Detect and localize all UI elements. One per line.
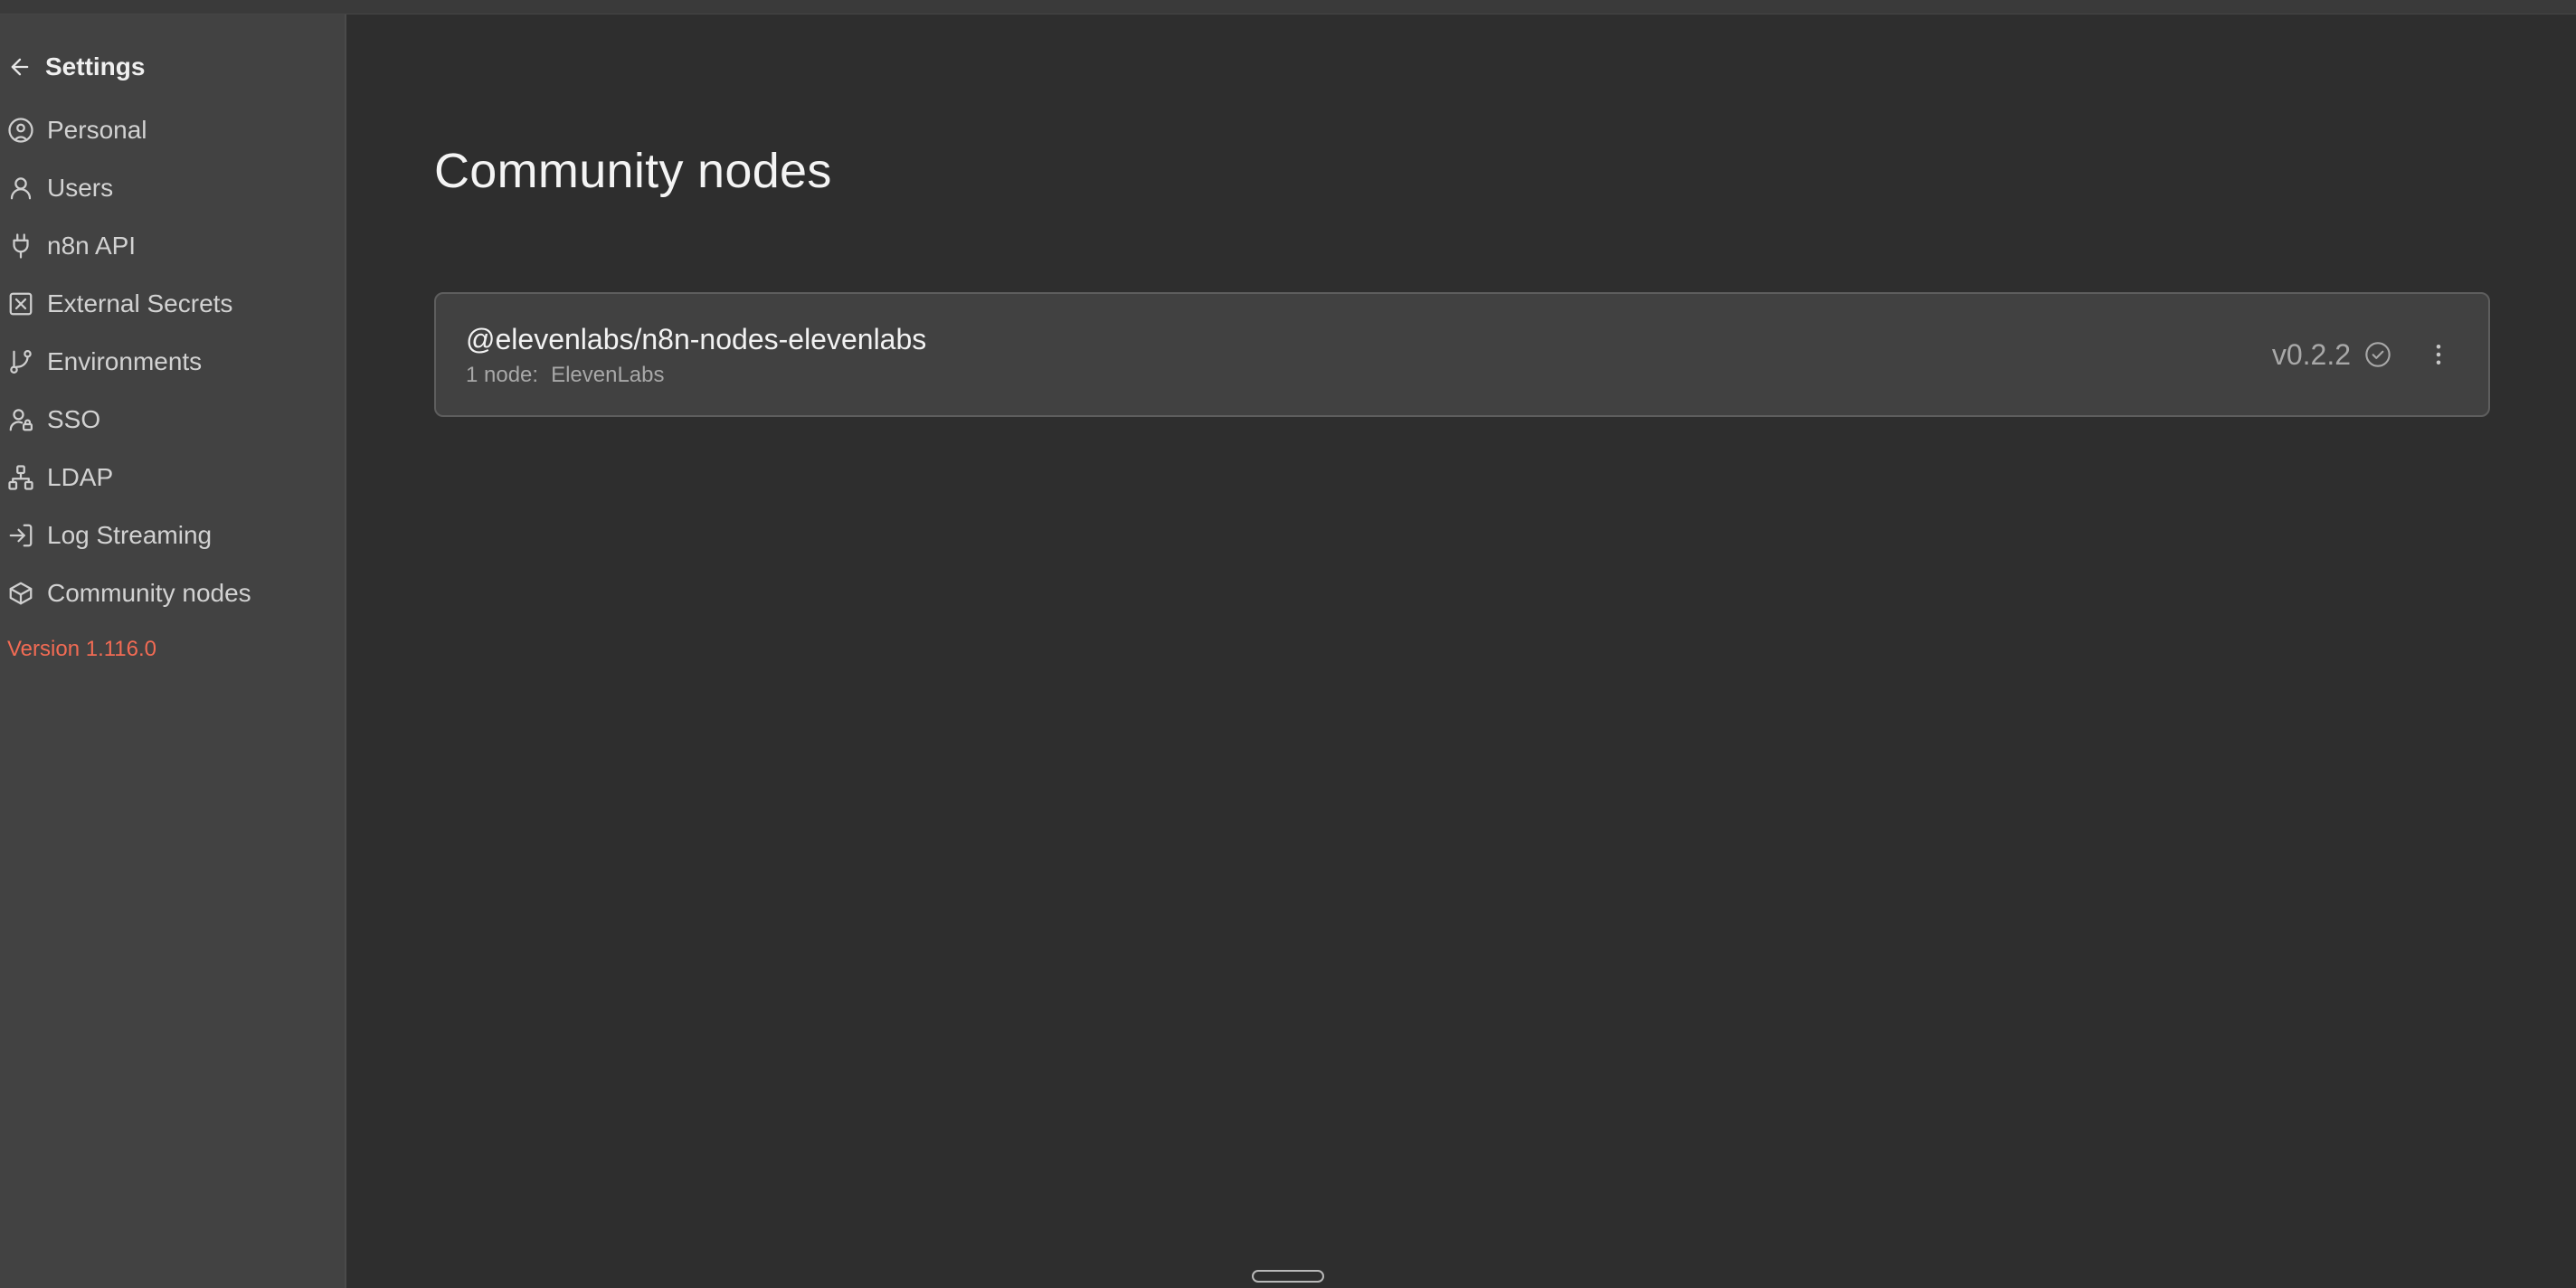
sidebar-item-community-nodes[interactable]: Community nodes bbox=[0, 564, 346, 622]
package-version: v0.2.2 bbox=[2271, 337, 2351, 371]
package-nodes: 1 node: ElevenLabs bbox=[466, 363, 665, 388]
sidebar-item-label: Environments bbox=[47, 347, 203, 375]
sidebar-item-ldap[interactable]: LDAP bbox=[0, 449, 346, 507]
sidebar-item-label: Log Streaming bbox=[47, 521, 213, 549]
sidebar-item-n8n-api[interactable]: n8n API bbox=[0, 217, 346, 275]
sidebar-item-environments[interactable]: Environments bbox=[0, 333, 346, 391]
back-to-settings-link[interactable]: Settings bbox=[7, 49, 145, 85]
box-icon bbox=[7, 580, 34, 607]
sidebar-item-sso[interactable]: SSO bbox=[0, 391, 346, 449]
git-branch-icon bbox=[7, 348, 34, 375]
plug-icon bbox=[7, 232, 34, 260]
sidebar-item-external-secrets[interactable]: External Secrets bbox=[0, 275, 346, 333]
check-circle-icon bbox=[2363, 340, 2392, 369]
page-title: Community nodes bbox=[434, 144, 832, 198]
sidebar-item-log-streaming[interactable]: Log Streaming bbox=[0, 507, 346, 564]
settings-nav: Personal Users n8n API External Secrets … bbox=[0, 101, 346, 622]
network-icon bbox=[7, 464, 34, 491]
sidebar-item-label: Community nodes bbox=[47, 579, 251, 607]
community-node-card[interactable]: @elevenlabs/n8n-nodes-elevenlabs 1 node:… bbox=[434, 292, 2490, 417]
settings-sidebar: Settings Personal Users n8n API External… bbox=[0, 14, 346, 1288]
bottom-panel-handle[interactable] bbox=[1252, 1270, 1324, 1283]
sidebar-item-label: Personal bbox=[47, 116, 147, 144]
version-link[interactable]: Version 1.116.0 bbox=[7, 637, 156, 662]
sidebar-title: Settings bbox=[45, 52, 146, 80]
user-icon bbox=[7, 175, 34, 202]
sidebar-item-label: LDAP bbox=[47, 463, 114, 491]
more-options-button[interactable] bbox=[2425, 341, 2452, 368]
sidebar-item-label: External Secrets bbox=[47, 289, 233, 317]
user-circle-icon bbox=[7, 117, 34, 144]
sidebar-item-personal[interactable]: Personal bbox=[0, 101, 346, 159]
log-in-icon bbox=[7, 522, 34, 549]
node-names: ElevenLabs bbox=[551, 363, 665, 387]
sidebar-item-label: SSO bbox=[47, 405, 101, 433]
window-top-bar bbox=[0, 0, 2576, 14]
arrow-left-icon bbox=[7, 54, 33, 80]
package-meta: v0.2.2 bbox=[2272, 294, 2452, 415]
node-count: 1 node: bbox=[466, 363, 539, 387]
sidebar-item-label: n8n API bbox=[47, 232, 137, 260]
main-content: Community nodes @elevenlabs/n8n-nodes-el… bbox=[348, 14, 2576, 1288]
package-name: @elevenlabs/n8n-nodes-elevenlabs bbox=[466, 323, 927, 355]
user-lock-icon bbox=[7, 406, 34, 433]
sidebar-item-label: Users bbox=[47, 174, 114, 202]
square-x-icon bbox=[7, 290, 34, 317]
sidebar-item-users[interactable]: Users bbox=[0, 159, 346, 217]
